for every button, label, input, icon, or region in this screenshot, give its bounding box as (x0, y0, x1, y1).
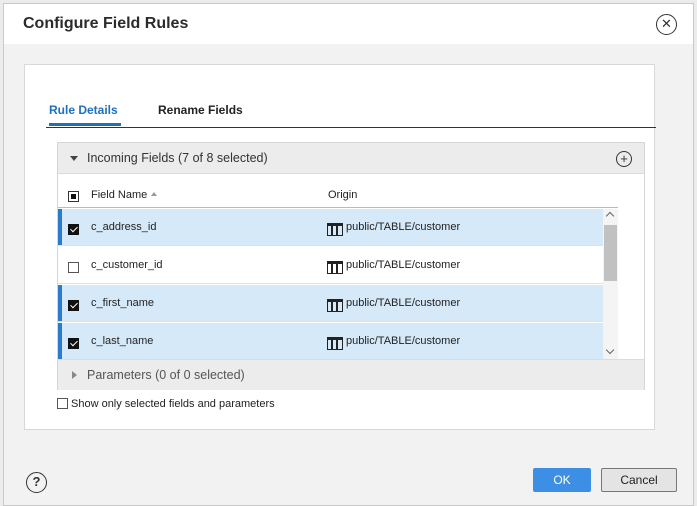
row-checkbox[interactable] (68, 260, 79, 278)
checkbox-unchecked-icon[interactable] (68, 262, 79, 273)
field-rows: c_address_id public/TABLE/customer c_cus… (58, 209, 603, 359)
field-origin: public/TABLE/customer (346, 259, 461, 271)
vertical-scrollbar[interactable] (603, 209, 618, 359)
table-icon (327, 261, 343, 274)
field-origin: public/TABLE/customer (346, 221, 461, 233)
show-only-label: Show only selected fields and parameters (71, 398, 275, 410)
parameters-header[interactable]: Parameters (0 of 0 selected) (58, 359, 644, 390)
table-icon (327, 223, 343, 236)
table-icon (327, 299, 343, 312)
row-checkbox[interactable] (68, 298, 79, 316)
checkbox-checked-icon[interactable] (68, 338, 79, 349)
origin-column-header: Origin (328, 189, 358, 201)
configure-field-rules-dialog: Configure Field Rules ✕ Rule Details Ren… (3, 3, 694, 506)
fields-box: Incoming Fields (7 of 8 selected) + Fiel… (57, 142, 645, 390)
scroll-up-icon[interactable] (605, 211, 615, 221)
row-checkbox[interactable] (68, 336, 79, 354)
field-name-column-label: Field Name (91, 189, 148, 201)
help-icon[interactable]: ? (26, 472, 47, 493)
field-name: c_first_name (91, 297, 154, 309)
tab-rename-fields[interactable]: Rename Fields (158, 103, 243, 123)
table-row[interactable]: c_address_id public/TABLE/customer (58, 209, 603, 246)
caret-down-icon (70, 156, 78, 161)
table-header: Field Name Origin (58, 174, 618, 208)
table-row[interactable]: c_first_name public/TABLE/customer (58, 285, 603, 322)
scroll-down-icon[interactable] (605, 345, 615, 355)
close-icon[interactable]: ✕ (656, 14, 677, 35)
table-row[interactable]: c_last_name public/TABLE/customer (58, 323, 603, 359)
checkbox-checked-icon[interactable] (68, 224, 79, 235)
field-origin: public/TABLE/customer (346, 297, 461, 309)
parameters-label: Parameters (0 of 0 selected) (87, 368, 245, 382)
checkbox-unchecked-icon[interactable] (57, 398, 68, 409)
field-origin: public/TABLE/customer (346, 335, 461, 347)
cancel-button[interactable]: Cancel (601, 468, 677, 492)
rule-panel: Rule Details Rename Fields Incoming Fiel… (24, 64, 656, 430)
field-name: c_address_id (91, 221, 157, 233)
select-all-checkbox-box[interactable] (68, 191, 79, 202)
table-row[interactable]: c_customer_id public/TABLE/customer (58, 247, 603, 284)
field-name-column-header[interactable]: Field Name (91, 189, 158, 201)
show-only-selected-checkbox[interactable]: Show only selected fields and parameters (57, 398, 275, 410)
table-icon (327, 337, 343, 350)
plus-circle-icon[interactable]: + (616, 151, 632, 167)
field-name: c_customer_id (91, 259, 163, 271)
ok-button[interactable]: OK (533, 468, 591, 492)
caret-right-icon (72, 371, 77, 379)
incoming-fields-header[interactable]: Incoming Fields (7 of 8 selected) + (58, 143, 644, 174)
row-checkbox[interactable] (68, 222, 79, 240)
incoming-fields-label: Incoming Fields (7 of 8 selected) (87, 151, 268, 165)
tab-bar: Rule Details Rename Fields (46, 103, 656, 128)
select-all-checkbox[interactable] (68, 189, 79, 207)
field-name: c_last_name (91, 335, 154, 347)
scroll-thumb[interactable] (604, 225, 617, 281)
checkbox-checked-icon[interactable] (68, 300, 79, 311)
dialog-title: Configure Field Rules (23, 15, 189, 32)
dialog-header: Configure Field Rules ✕ (4, 4, 693, 44)
sort-ascending-icon (151, 192, 158, 196)
tab-rule-details[interactable]: Rule Details (49, 103, 121, 126)
